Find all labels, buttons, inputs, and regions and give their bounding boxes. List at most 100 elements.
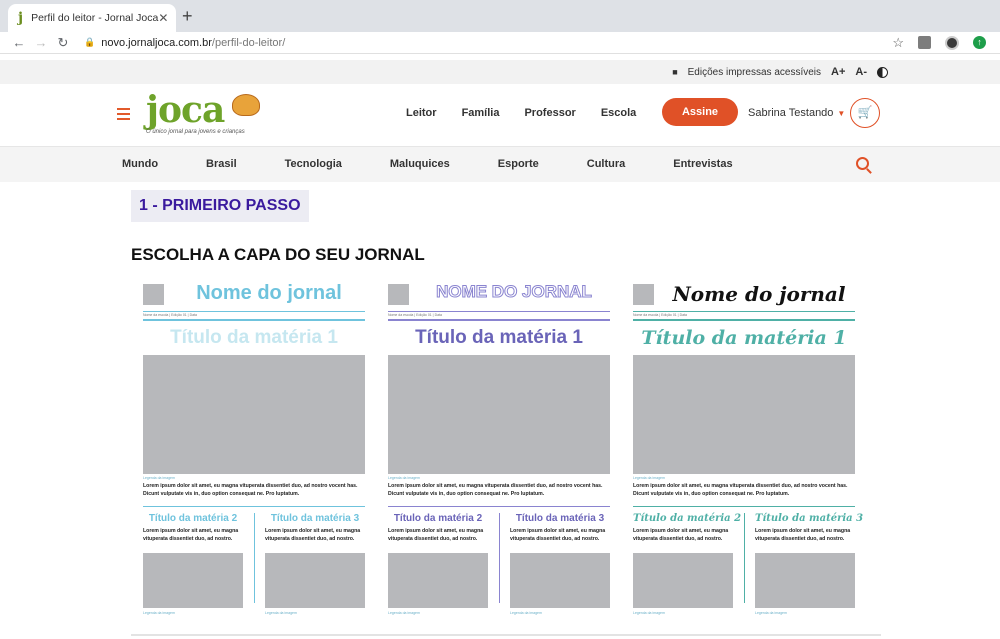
cover-meta: Nome da escola | Edição 01 | Data [633,313,687,317]
browser-tab[interactable]: j Perfil do leitor - Jornal Joca ✕ [8,4,176,32]
cover-sub-headline: Título da matéria 3 [755,513,864,524]
search-icon[interactable] [856,157,869,170]
cover-rule [633,506,855,507]
printed-editions-link[interactable]: Edições impressas acessíveis [688,67,821,78]
cover-rule [388,506,610,507]
cover-image-placeholder [388,355,610,474]
cover-image-caption: Legenda da imagem [388,476,420,480]
back-arrow-icon[interactable]: ← [8,35,30,50]
category-esporte[interactable]: Esporte [498,158,539,170]
cover-sub-headline: Título da matéria 3 [270,513,360,524]
cover-sub-text: Lorem ipsum dolor sit amet, eu magna vit… [265,528,361,542]
cover-sub-caption: Legenda da imagem [143,611,175,615]
cover-sub-image-placeholder [265,553,365,608]
contrast-icon[interactable] [877,66,888,78]
cover-meta: Nome da escola | Edição 01 | Data [143,313,197,317]
cover-sub-caption: Legenda da imagem [265,611,297,615]
cover-rule [143,319,365,321]
tab-title: Perfil do leitor - Jornal Joca [31,12,159,24]
cover-sub-text: Lorem ipsum dolor sit amet, eu magna vit… [388,528,484,542]
cover-image-placeholder [143,355,365,474]
user-menu[interactable]: Sabrina Testando ▼ [748,107,845,119]
cover-sub-article: Título da matéria 3 Lorem ipsum dolor sit… [265,513,365,615]
category-cultura[interactable]: Cultura [587,158,626,170]
cover-column-divider [254,513,255,603]
cover-sub-caption: Legenda da imagem [633,611,665,615]
nav-professor[interactable]: Professor [524,107,575,119]
category-maluquices[interactable]: Maluquices [390,158,450,170]
cover-sub-text: Lorem ipsum dolor sit amet, eu magna vit… [143,528,239,542]
divider [131,634,881,636]
font-increase-button[interactable]: A+ [831,66,845,78]
forward-arrow-icon[interactable]: → [30,35,52,50]
joca-favicon-icon: j [18,10,24,26]
cover-sub-image-placeholder [510,553,610,608]
cover-sub-headline: Título da matéria 2 [393,513,483,524]
cover-sub-image-placeholder [633,553,733,608]
cover-newspaper-name: Nome do jornal [196,282,342,304]
update-icon[interactable]: ↑ [973,36,986,49]
cover-rule [143,311,365,312]
cover-option-1[interactable]: Nome do jornal Nome da escola | Edição 01… [143,282,365,615]
font-decrease-button[interactable]: A- [855,66,867,78]
cover-body-text: Lorem ipsum dolor sit amet, eu magna vit… [388,483,603,497]
cover-logo-placeholder [388,284,409,305]
browser-tabbar: j Perfil do leitor - Jornal Joca ✕ + [0,0,1000,32]
cover-sub-article: Título da matéria 2 Lorem ipsum dolor sit… [143,513,243,615]
cover-newspaper-name: NOME DO JORNAL [436,282,593,302]
category-mundo[interactable]: Mundo [122,158,158,170]
logo-tagline: O único jornal para jovens e crianças [146,129,245,135]
cover-sub-text: Lorem ipsum dolor sit amet, eu magna vit… [633,528,729,542]
cover-headline: Título da matéria 1 [641,327,847,349]
joca-logo[interactable]: joca O único jornal para jovens e crianç… [146,92,262,140]
url-host: novo.jornaljoca.com.br [101,36,212,49]
cover-headline: Título da matéria 1 [170,327,338,348]
reload-icon[interactable]: ↻ [52,35,74,51]
category-nav: Mundo Brasil Tecnologia Maluquices Espor… [0,146,1000,182]
section-title: ESCOLHA A CAPA DO SEU JORNAL [131,245,425,264]
cover-rule [388,319,610,321]
cover-rule [388,311,610,312]
subscribe-button[interactable]: Assine [662,98,738,126]
book-icon: ■ [672,67,678,77]
profile-avatar-icon[interactable] [945,35,959,50]
bookmark-star-icon[interactable]: ☆ [892,35,904,51]
chevron-down-icon: ▼ [837,109,846,118]
category-entrevistas[interactable]: Entrevistas [673,158,732,170]
cover-option-2[interactable]: NOME DO JORNAL Nome da escola | Edição 01… [388,282,610,615]
cover-headline: Título da matéria 1 [415,327,583,348]
nav-escola[interactable]: Escola [601,107,636,119]
cover-sub-article: Título da matéria 2 Lorem ipsum dolor sit… [633,513,741,615]
cover-image-placeholder [633,355,855,474]
browser-toolbar: ← → ↻ 🔒 novo.jornaljoca.com.br/perfil-do… [0,32,1000,54]
nav-leitor[interactable]: Leitor [406,107,437,119]
category-tecnologia[interactable]: Tecnologia [285,158,342,170]
site-header: joca O único jornal para jovens e crianç… [0,84,1000,144]
cover-sub-caption: Legenda da imagem [755,611,787,615]
cover-column-divider [744,513,745,603]
nav-familia[interactable]: Família [462,107,500,119]
new-tab-button[interactable]: + [182,6,193,27]
cover-rule [633,311,855,312]
step-label: 1 - PRIMEIRO PASSO [131,190,309,222]
cover-column-divider [499,513,500,603]
close-tab-icon[interactable]: ✕ [158,11,168,25]
hamburger-menu-icon[interactable] [117,108,130,123]
cover-sub-image-placeholder [388,553,488,608]
category-brasil[interactable]: Brasil [206,158,237,170]
extension-icon[interactable] [918,36,931,49]
cover-image-caption: Legenda da imagem [143,476,175,480]
cover-sub-headline: Título da matéria 3 [515,513,605,524]
lock-icon: 🔒 [84,37,96,47]
cover-logo-placeholder [143,284,164,305]
cover-rule [143,506,365,507]
cover-sub-image-placeholder [143,553,243,608]
address-bar[interactable]: 🔒 novo.jornaljoca.com.br/perfil-do-leito… [84,37,892,49]
main-nav: Leitor Família Professor Escola [406,107,636,119]
cover-sub-text: Lorem ipsum dolor sit amet, eu magna vit… [755,528,851,542]
cover-sub-text: Lorem ipsum dolor sit amet, eu magna vit… [510,528,606,542]
url-path: /perfil-do-leitor/ [211,36,286,49]
cart-icon[interactable]: 🛒 [850,98,880,128]
cover-logo-placeholder [633,284,654,305]
cover-option-3[interactable]: Nome do jornal Nome da escola | Edição 01… [633,282,864,615]
